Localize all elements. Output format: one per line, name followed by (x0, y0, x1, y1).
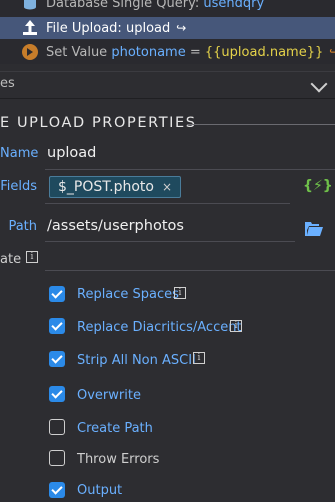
title-divider (187, 124, 335, 125)
replace-spaces-checkbox[interactable] (49, 286, 65, 302)
overwrite-label[interactable]: Overwrite (77, 388, 141, 403)
throw-errors-label[interactable]: Throw Errors (77, 452, 159, 467)
strip-non-ascii-label[interactable]: Strip All Non ASCII (77, 353, 196, 368)
tree-row-expression: {{upload.name}} (204, 44, 324, 60)
template-label: ate (0, 252, 22, 267)
tree-row-file-upload[interactable]: File Upload: upload ↪ (0, 17, 335, 39)
fields-label: Fields (0, 179, 37, 194)
strip-non-ascii-checkbox[interactable] (49, 351, 65, 367)
fields-tag[interactable]: $_POST.photo × (49, 176, 182, 198)
name-underline (45, 169, 335, 170)
output-checkbox[interactable] (49, 482, 65, 498)
set-value-icon (22, 44, 38, 60)
upload-icon (22, 20, 38, 36)
equals-sign: = (189, 44, 201, 60)
name-label: Name (0, 146, 39, 161)
action-tree: Database Single Query: usehdqry File Upl… (0, 0, 335, 64)
create-path-label[interactable]: Create Path (77, 421, 153, 436)
folder-icon[interactable] (305, 221, 323, 236)
tree-row-label: Database Single Query: (46, 0, 200, 11)
replace-diacritics-checkbox[interactable] (49, 318, 65, 334)
dynamic-data-icon[interactable]: {⚡} (303, 178, 333, 194)
template-underline (45, 270, 335, 271)
create-path-checkbox[interactable] (49, 419, 65, 435)
database-icon (22, 0, 38, 11)
fields-tag-label: $_POST.photo (58, 179, 154, 195)
tree-row-set-value[interactable]: Set Value photoname = {{upload.name}} ↪ (22, 41, 335, 63)
tree-row-name: upload (125, 20, 171, 36)
section-header[interactable]: es (0, 71, 335, 99)
exit-icon: ↪ (329, 45, 335, 59)
path-input[interactable]: /assets/userphotos (47, 218, 184, 234)
close-icon[interactable]: × (162, 180, 172, 194)
section-label: es (0, 76, 15, 91)
properties-title: E UPLOAD PROPERTIES (0, 115, 197, 131)
fields-underline (45, 203, 290, 204)
tree-row-name: photoname (111, 44, 186, 60)
tree-row-name: usehdqry (203, 0, 265, 11)
path-label: Path (8, 219, 37, 234)
replace-spaces-label[interactable]: Replace Spaces (77, 287, 179, 302)
tree-row-label: Set Value (46, 44, 108, 60)
info-icon[interactable]: i (193, 352, 205, 364)
throw-errors-checkbox[interactable] (49, 450, 65, 466)
overwrite-checkbox[interactable] (49, 386, 65, 402)
tree-row-database-query[interactable]: Database Single Query: usehdqry (22, 0, 264, 14)
path-underline (45, 241, 295, 242)
info-icon[interactable]: i (230, 320, 242, 332)
info-icon[interactable]: i (26, 251, 38, 263)
name-input[interactable]: upload (47, 145, 96, 161)
info-icon[interactable]: i (174, 287, 186, 299)
tree-row-label: File Upload: (46, 20, 122, 36)
output-label[interactable]: Output (77, 483, 122, 498)
chevron-down-icon[interactable] (310, 75, 328, 93)
replace-diacritics-label[interactable]: Replace Diacritics/Accent (77, 320, 242, 335)
exit-icon: ↪ (176, 21, 187, 35)
